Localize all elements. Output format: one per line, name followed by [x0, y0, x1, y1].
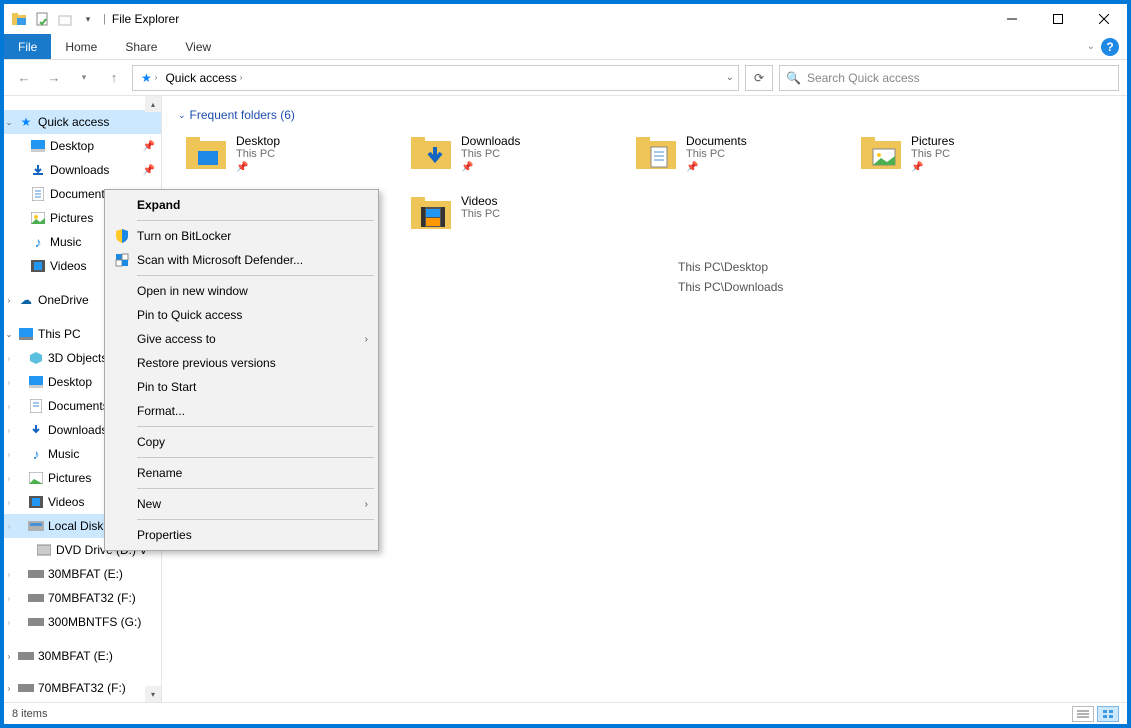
minimize-button[interactable] — [989, 4, 1035, 34]
ctx-pin-start[interactable]: Pin to Start — [107, 375, 376, 399]
scroll-up-icon[interactable]: ▴ — [145, 96, 161, 112]
close-button[interactable] — [1081, 4, 1127, 34]
pin-icon: 📌 — [143, 165, 155, 176]
ctx-rename[interactable]: Rename — [107, 461, 376, 485]
tab-share[interactable]: Share — [111, 34, 171, 59]
tab-home[interactable]: Home — [51, 34, 111, 59]
qat-new-folder-icon[interactable] — [56, 10, 74, 28]
ctx-bitlocker[interactable]: Turn on BitLocker — [107, 224, 376, 248]
folder-icon — [409, 134, 453, 174]
folder-pictures[interactable]: PicturesThis PC📌 — [853, 130, 1078, 190]
ctx-expand[interactable]: Expand — [107, 193, 376, 217]
back-button[interactable]: ← — [12, 66, 36, 90]
ctx-new[interactable]: New› — [107, 492, 376, 516]
status-text: 8 items — [12, 708, 47, 720]
folder-icon — [409, 194, 453, 234]
ctx-defender[interactable]: Scan with Microsoft Defender... — [107, 248, 376, 272]
shield-icon — [113, 227, 131, 245]
up-button[interactable]: ↑ — [102, 66, 126, 90]
forward-button[interactable]: → — [42, 66, 66, 90]
chevron-right-icon: › — [365, 499, 368, 510]
star-icon: ★ — [141, 71, 152, 85]
explorer-window: ▾ | File Explorer File Home Share View ⌄… — [4, 4, 1127, 724]
ctx-format[interactable]: Format... — [107, 399, 376, 423]
sidebar-item-desktop[interactable]: Desktop📌 — [4, 134, 161, 158]
breadcrumb-root[interactable]: Quick access — [165, 71, 236, 85]
view-details-button[interactable] — [1072, 706, 1094, 722]
search-placeholder: Search Quick access — [807, 71, 920, 85]
scroll-down-icon[interactable]: ▾ — [145, 686, 161, 702]
folder-desktop[interactable]: DesktopThis PC📌 — [178, 130, 403, 190]
window-title: File Explorer — [112, 12, 179, 26]
ribbon-expand-icon[interactable]: ⌄ — [1087, 41, 1095, 52]
maximize-button[interactable] — [1035, 4, 1081, 34]
address-row: ← → ▾ ↑ ★› Quick access › ⌄ ⟳ 🔍 Search Q… — [4, 60, 1127, 96]
context-menu: Expand Turn on BitLocker Scan with Micro… — [104, 189, 379, 551]
ctx-pin-quick-access[interactable]: Pin to Quick access — [107, 303, 376, 327]
refresh-button[interactable]: ⟳ — [745, 65, 773, 91]
explorer-app-icon — [10, 10, 28, 28]
title-bar: ▾ | File Explorer — [4, 4, 1127, 34]
sidebar-item-drive-g[interactable]: ›300MBNTFS (G:) — [4, 610, 161, 634]
folder-downloads[interactable]: DownloadsThis PC📌 — [403, 130, 628, 190]
qat-dropdown-icon[interactable]: ▾ — [79, 10, 97, 28]
defender-icon — [113, 251, 131, 269]
sidebar-item-downloads[interactable]: Downloads📌 — [4, 158, 161, 182]
status-bar: 8 items — [4, 702, 1127, 724]
section-header[interactable]: ⌄Frequent folders (6) — [178, 108, 1127, 122]
search-icon: 🔍 — [786, 71, 801, 85]
ctx-open-new-window[interactable]: Open in new window — [107, 279, 376, 303]
ctx-copy[interactable]: Copy — [107, 430, 376, 454]
sidebar-item-extra-f[interactable]: ›70MBFAT32 (F:) — [4, 676, 161, 700]
ctx-give-access[interactable]: Give access to› — [107, 327, 376, 351]
sidebar-quick-access[interactable]: ⌄★Quick access — [4, 110, 161, 134]
pin-icon: 📌 — [143, 141, 155, 152]
folder-documents[interactable]: DocumentsThis PC📌 — [628, 130, 853, 190]
recent-locations-button[interactable]: ▾ — [72, 66, 96, 90]
folder-videos[interactable]: VideosThis PC — [403, 190, 628, 250]
ctx-restore-versions[interactable]: Restore previous versions — [107, 351, 376, 375]
view-large-icons-button[interactable] — [1097, 706, 1119, 722]
sidebar-item-drive-f[interactable]: ›70MBFAT32 (F:) — [4, 586, 161, 610]
sidebar-item-drive-e[interactable]: ›30MBFAT (E:) — [4, 562, 161, 586]
ribbon: File Home Share View ⌄ ? — [4, 34, 1127, 60]
chevron-right-icon: › — [365, 334, 368, 345]
tab-file[interactable]: File — [4, 34, 51, 59]
folder-icon — [634, 134, 678, 174]
folder-icon — [184, 134, 228, 174]
folder-icon — [859, 134, 903, 174]
search-input[interactable]: 🔍 Search Quick access — [779, 65, 1119, 91]
tab-view[interactable]: View — [171, 34, 225, 59]
help-icon[interactable]: ? — [1101, 38, 1119, 56]
ctx-properties[interactable]: Properties — [107, 523, 376, 547]
address-bar[interactable]: ★› Quick access › ⌄ — [132, 65, 739, 91]
qat-properties-icon[interactable] — [33, 10, 51, 28]
address-history-icon[interactable]: ⌄ — [726, 72, 734, 83]
sidebar-item-extra-e[interactable]: ›30MBFAT (E:) — [4, 644, 161, 668]
